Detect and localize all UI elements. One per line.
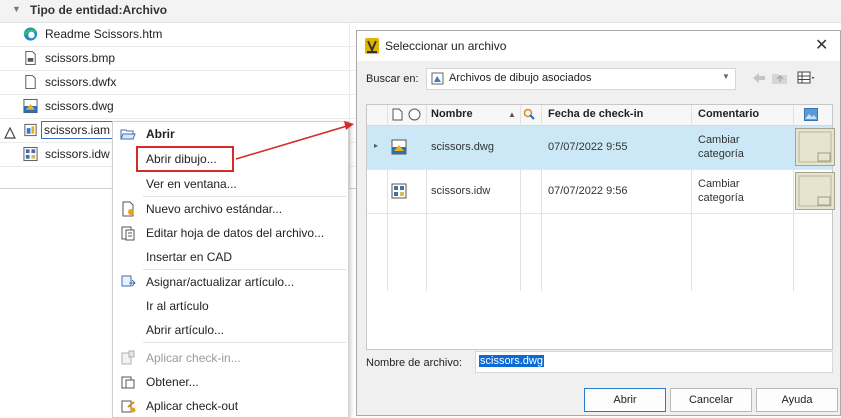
row-name: scissors.idw <box>431 185 491 197</box>
look-in-label: Buscar en: <box>366 73 419 85</box>
help-button[interactable]: Ayuda <box>756 388 838 412</box>
back-arrow-icon[interactable] <box>750 69 768 87</box>
drawing-thumbnail <box>795 128 835 166</box>
file-list-grid: Nombre ▲ Fecha de check-in Comentario ▸ … <box>366 104 835 350</box>
row-checkin-date: 07/07/2022 9:56 <box>548 185 628 197</box>
view-options-icon[interactable] <box>797 69 815 87</box>
cancel-button[interactable]: Cancelar <box>670 388 752 412</box>
close-icon[interactable]: ✕ <box>815 35 828 55</box>
dwg-file-icon <box>391 139 407 155</box>
lifecycle-column-icon[interactable] <box>523 108 536 121</box>
row-comment-line1: Cambiar <box>698 134 740 146</box>
row-checkin-date: 07/07/2022 9:55 <box>548 141 628 153</box>
open-button[interactable]: Abrir <box>584 388 666 412</box>
table-row[interactable]: scissors.idw 07/07/2022 9:56 Cambiar cat… <box>367 170 835 214</box>
dialog-titlebar: Seleccionar un archivo ✕ <box>357 31 840 61</box>
column-header-checkin-date[interactable]: Fecha de check-in <box>548 108 643 120</box>
dialog-title: Seleccionar un archivo <box>385 39 507 53</box>
filename-input[interactable]: scissors.dwg <box>475 351 833 373</box>
file-type-column-icon[interactable] <box>392 108 403 121</box>
vault-logo-icon <box>365 38 379 54</box>
row-name: scissors.dwg <box>431 141 494 153</box>
row-comment-line2: categoría <box>698 148 744 160</box>
look-in-value: Archivos de dibujo asociados <box>449 72 592 84</box>
table-row-selected[interactable]: ▸ scissors.dwg 07/07/2022 9:55 Cambiar c… <box>367 126 835 170</box>
column-header-comment[interactable]: Comentario <box>698 108 759 120</box>
look-in-dropdown[interactable]: Archivos de dibujo asociados ▼ <box>426 68 736 90</box>
status-column-icon[interactable] <box>408 108 421 121</box>
filename-label: Nombre de archivo: <box>366 357 462 369</box>
filename-value: scissors.dwg <box>479 355 544 367</box>
linked-drawings-icon <box>431 72 444 85</box>
thumbnail-column-icon[interactable] <box>804 108 818 121</box>
up-folder-icon[interactable] <box>771 69 789 87</box>
drawing-file-icon <box>391 183 407 199</box>
select-file-dialog: Seleccionar un archivo ✕ Buscar en: Arch… <box>356 30 841 416</box>
drawing-thumbnail <box>795 172 835 210</box>
column-header-name[interactable]: Nombre <box>431 108 473 120</box>
sort-ascending-icon: ▲ <box>508 110 516 119</box>
row-comment-line2: categoría <box>698 192 744 204</box>
grid-header: Nombre ▲ Fecha de check-in Comentario <box>367 105 832 126</box>
row-comment-line1: Cambiar <box>698 178 740 190</box>
chevron-down-icon[interactable]: ▼ <box>722 72 730 81</box>
row-pointer-icon: ▸ <box>374 141 379 150</box>
